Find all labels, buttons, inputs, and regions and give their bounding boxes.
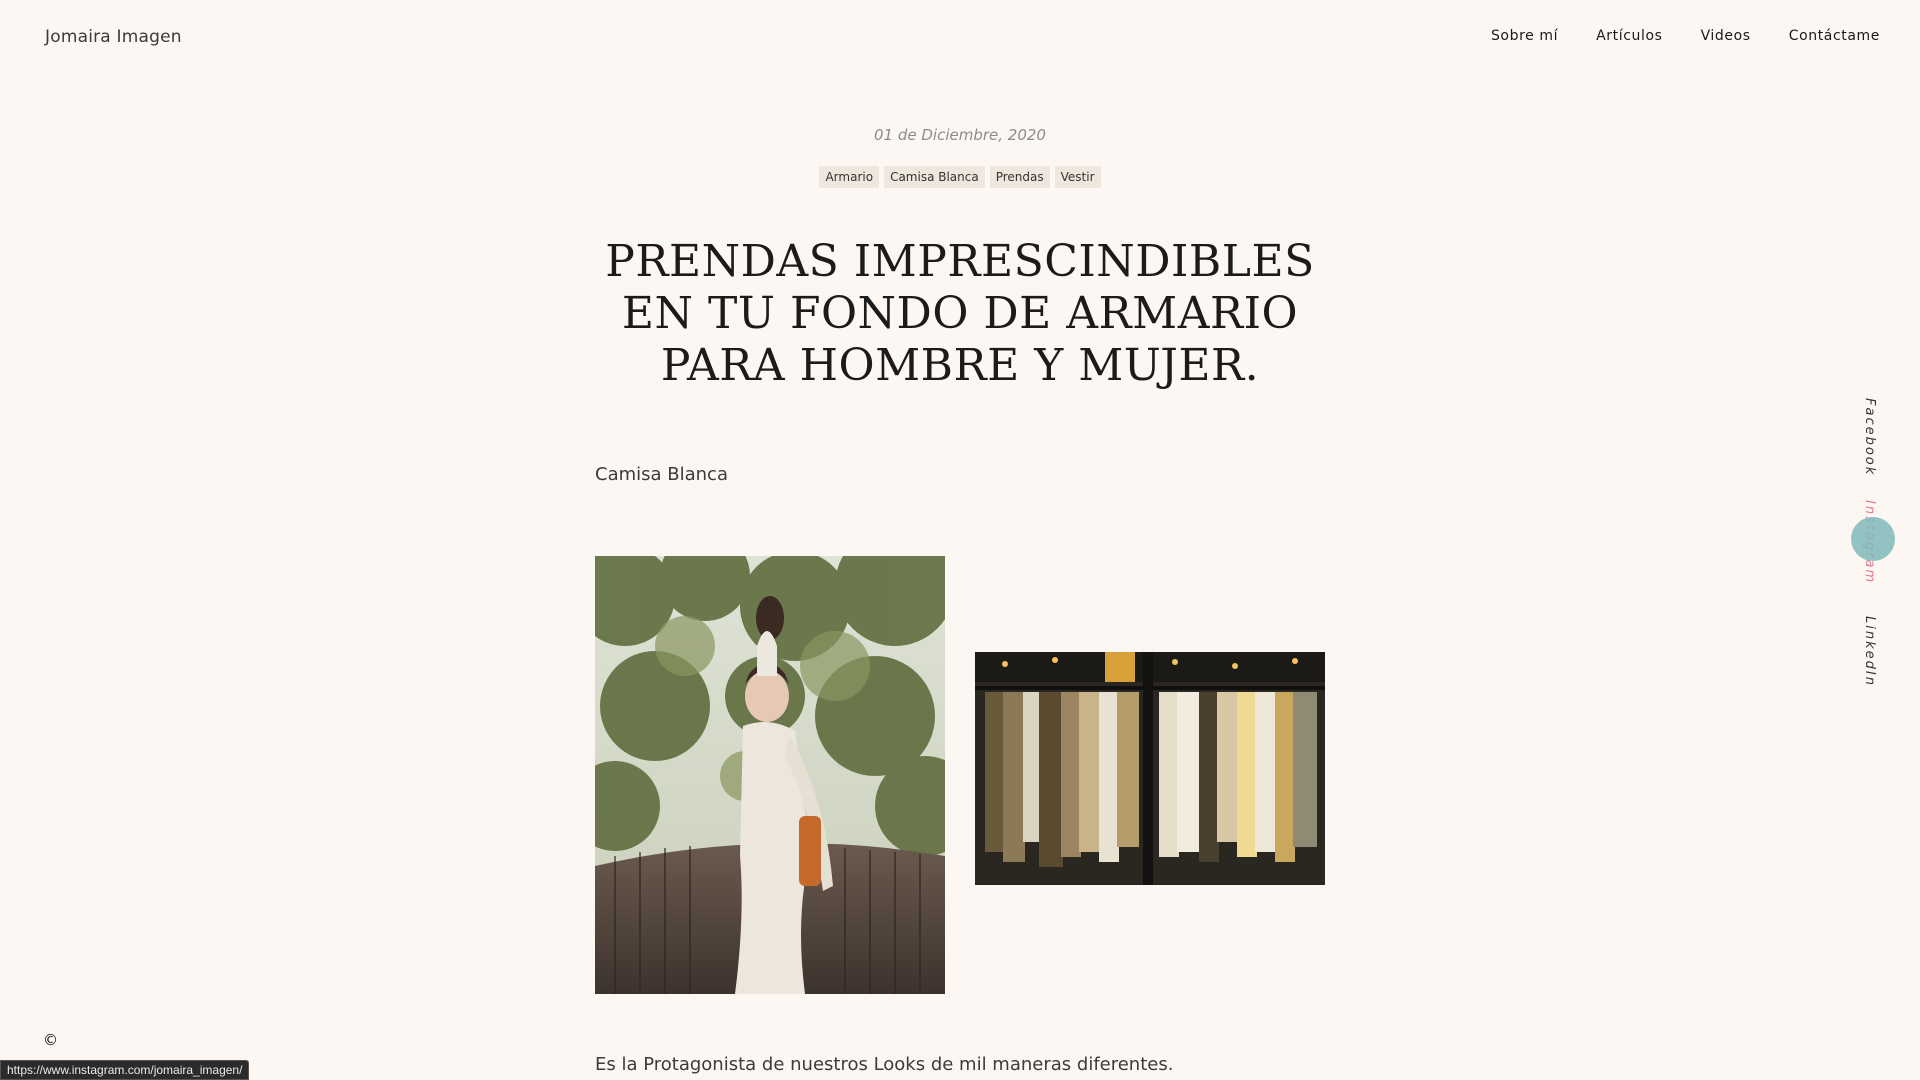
post-date: 01 de Diciembre, 2020	[874, 126, 1046, 144]
nav-articulos[interactable]: Artículos	[1596, 28, 1662, 44]
nav-contactame[interactable]: Contáctame	[1789, 28, 1880, 44]
nav-videos[interactable]: Videos	[1701, 28, 1751, 44]
tag-vestir[interactable]: Vestir	[1054, 166, 1101, 188]
social-linkedin[interactable]: LinkedIn	[1862, 616, 1877, 687]
tag-camisa-blanca[interactable]: Camisa Blanca	[884, 166, 985, 188]
section-subheading: Camisa Blanca	[595, 464, 728, 485]
tag-prendas[interactable]: Prendas	[989, 166, 1050, 188]
copyright-symbol: ©	[43, 1031, 58, 1049]
clothing-rack-photo	[975, 652, 1325, 885]
main-nav: Sobre mí Artículos Videos Contáctame	[1491, 28, 1880, 44]
nav-sobre-mi[interactable]: Sobre mí	[1491, 28, 1558, 44]
browser-status-url: https://www.instagram.com/jomaira_imagen…	[0, 1060, 250, 1080]
body-paragraph: Es la Protagonista de nuestros Looks de …	[595, 1054, 1174, 1075]
cursor-indicator	[1851, 517, 1895, 561]
post-title: PRENDAS IMPRESCINDIBLES EN TU FONDO DE A…	[605, 236, 1315, 391]
social-facebook[interactable]: Facebook	[1862, 398, 1877, 476]
tag-armario[interactable]: Armario	[819, 166, 880, 188]
tag-list: Armario Camisa Blanca Prendas Vestir	[0, 166, 1920, 188]
brand-logo[interactable]: Jomaira Imagen	[45, 27, 182, 47]
woman-photo	[595, 556, 945, 994]
